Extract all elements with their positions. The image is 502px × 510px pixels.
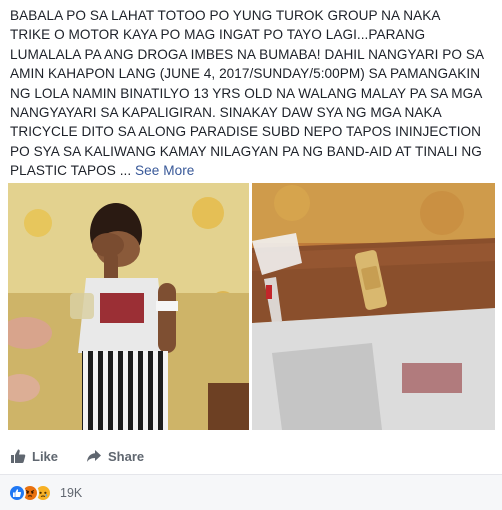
post-text-line: NANGYAYARI SA KAPALIGIRAN. SINAKAY DAW S… (10, 105, 442, 121)
reaction-icons (8, 484, 56, 502)
reactions-bar[interactable]: 19K (0, 475, 502, 510)
post-text-line: NG LOLA NAMIN BINATILYO 13 YRS OLD NA WA… (10, 85, 483, 101)
photo-arm-band-aid-image (252, 183, 495, 430)
post-text-line: AMIN KAHAPON LANG (JUNE 4, 2017/SUNDAY/5… (10, 66, 481, 82)
post-text-line: BABALA PO SA LAHAT TOTOO PO YUNG TUROK G… (10, 8, 441, 23)
photo-arm-band-aid[interactable] (252, 183, 495, 430)
post-text-line: LUMALALA PA ANG DROGA IMBES NA BUMABA! D… (10, 46, 485, 62)
post-text-line: PLASTIC TAPOS ... (10, 163, 136, 179)
share-label: Share (108, 448, 145, 464)
share-button[interactable]: Share (86, 438, 144, 474)
photo-boy-on-sofa[interactable] (8, 183, 249, 430)
reaction-count[interactable]: 19K (60, 486, 82, 500)
thumbs-up-icon (10, 448, 26, 464)
photo-grid (8, 183, 495, 430)
like-reaction-icon (8, 484, 26, 502)
post-text: BABALA PO SA LAHAT TOTOO PO YUNG TUROK G… (10, 6, 496, 181)
action-bar: Like Share (0, 438, 502, 474)
post-text-line: PO SYA SA KALIWANG KAMAY NILAGYAN PA NG … (10, 143, 482, 159)
share-arrow-icon (86, 448, 102, 464)
post-text-line: TRIKE O MOTOR KAYA PO MAG INGAT PO TAYO … (10, 27, 426, 43)
like-button[interactable]: Like (10, 438, 58, 474)
like-label: Like (32, 448, 59, 464)
post-text-last-line: PLASTIC TAPOS ... See More (10, 161, 496, 180)
photo-boy-on-sofa-image (8, 183, 249, 430)
post-text-line: TRICYCLE DITO SA ALONG PARADISE SUBD NEP… (10, 124, 482, 140)
facebook-post: BABALA PO SA LAHAT TOTOO PO YUNG TUROK G… (0, 0, 502, 510)
see-more-link[interactable]: See More (135, 163, 194, 178)
